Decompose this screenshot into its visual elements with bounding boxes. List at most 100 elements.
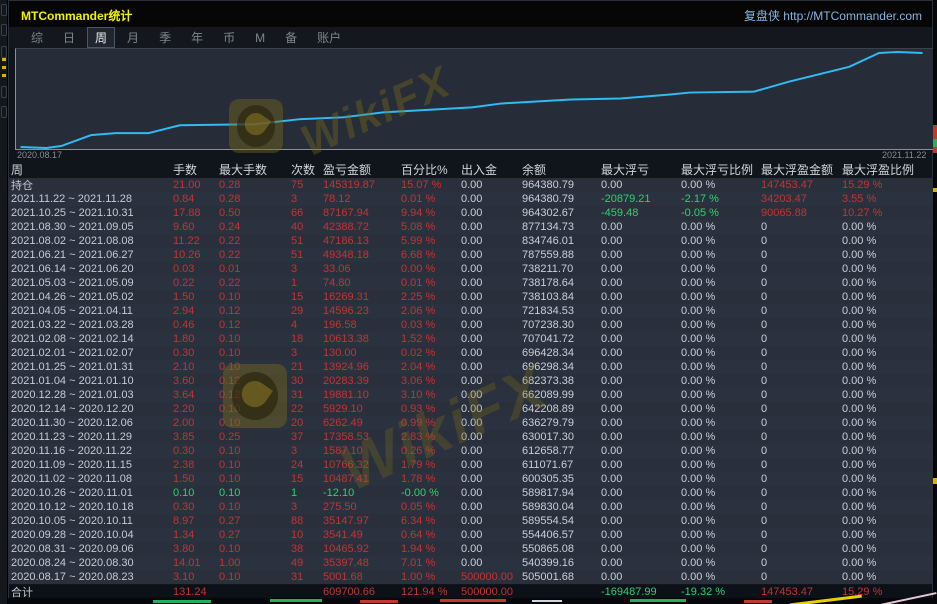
column-header[interactable]: 余额 xyxy=(522,161,601,178)
title-bar[interactable]: MTCommander统计 复盘侠 http://MTCommander.com xyxy=(9,1,932,27)
column-header[interactable]: 最大浮盈比例 xyxy=(842,161,934,178)
value-cell: 1.34 xyxy=(173,529,219,541)
value-cell: 0.00 % xyxy=(681,487,761,499)
table-row[interactable]: 2020.08.31 ~ 2020.09.063.800.103810465.9… xyxy=(9,542,932,556)
menu-bar: 综日周月季年币M备账户 xyxy=(9,27,932,48)
column-header[interactable]: 周 xyxy=(11,161,173,178)
menu-item-9[interactable]: 备 xyxy=(277,27,305,48)
value-cell: 0.24 xyxy=(219,221,291,233)
menu-item-7[interactable]: 币 xyxy=(215,27,243,48)
period-cell: 2021.01.04 ~ 2021.01.10 xyxy=(11,375,173,387)
table-row[interactable]: 2020.11.02 ~ 2020.11.081.500.101510487.4… xyxy=(9,472,932,486)
period-cell: 2021.04.05 ~ 2021.04.11 xyxy=(11,305,173,317)
table-row[interactable]: 2021.04.26 ~ 2021.05.021.500.101516269.3… xyxy=(9,290,932,304)
column-header[interactable]: 最大浮亏比例 xyxy=(681,161,761,178)
value-cell: 611071.67 xyxy=(522,459,601,471)
value-cell: 0.00 % xyxy=(842,277,934,289)
value-cell: 0.00 xyxy=(461,529,522,541)
value-cell: 787559.88 xyxy=(522,249,601,261)
background-toolbar-button xyxy=(1,106,7,118)
value-cell: 600305.35 xyxy=(522,473,601,485)
value-cell: 0 xyxy=(761,375,842,387)
table-row[interactable]: 2021.08.30 ~ 2021.09.059.600.244042388.7… xyxy=(9,220,932,234)
value-cell: 31 xyxy=(291,389,323,401)
table-row[interactable]: 2021.03.22 ~ 2021.03.280.460.124196.580.… xyxy=(9,318,932,332)
column-header[interactable]: 最大浮盈金额 xyxy=(761,161,842,178)
table-row[interactable]: 2020.09.28 ~ 2020.10.041.340.27103541.49… xyxy=(9,528,932,542)
value-cell: 0.00 xyxy=(601,361,681,373)
value-cell: 0.00 % xyxy=(842,333,934,345)
value-cell: 2.25 % xyxy=(401,291,461,303)
value-cell: 19881.10 xyxy=(323,389,401,401)
period-cell: 2021.01.25 ~ 2021.01.31 xyxy=(11,361,173,373)
background-bottom-sliver xyxy=(8,598,937,604)
table-total-row[interactable]: 合计131.24609700.66121.94 %500000.00-16948… xyxy=(9,585,932,599)
table-row[interactable]: 2020.10.26 ~ 2020.11.010.100.101-12.10-0… xyxy=(9,486,932,500)
brand-link[interactable]: 复盘侠 http://MTCommander.com xyxy=(744,7,922,24)
value-cell: 0.00 % xyxy=(681,473,761,485)
menu-item-2[interactable]: 日 xyxy=(55,27,83,48)
menu-item-1[interactable]: 综 xyxy=(23,27,51,48)
value-cell: 738211.70 xyxy=(522,263,601,275)
background-fragment xyxy=(744,600,772,603)
value-cell: 33.06 xyxy=(323,263,401,275)
table-row[interactable]: 2020.08.24 ~ 2020.08.3014.011.004935397.… xyxy=(9,556,932,570)
value-cell: 550865.08 xyxy=(522,543,601,555)
watermark-logo-icon xyxy=(229,99,283,153)
table-row[interactable]: 2021.02.01 ~ 2021.02.070.300.103130.000.… xyxy=(9,346,932,360)
table-row[interactable]: 2021.06.14 ~ 2021.06.200.030.01333.060.0… xyxy=(9,262,932,276)
value-cell: 24 xyxy=(291,459,323,471)
menu-item-10[interactable]: 账户 xyxy=(309,27,349,48)
table-row[interactable]: 2021.04.05 ~ 2021.04.112.940.122914596.2… xyxy=(9,304,932,318)
column-header[interactable]: 出入金 xyxy=(461,161,522,178)
table-row[interactable]: 2021.11.22 ~ 2021.11.280.840.28378.120.0… xyxy=(9,192,932,206)
table-row[interactable]: 2021.05.03 ~ 2021.05.090.220.22174.800.0… xyxy=(9,276,932,290)
value-cell: 0.00 % xyxy=(842,305,934,317)
value-cell-total: -169487.99 xyxy=(601,586,681,598)
value-cell: 0.00 xyxy=(601,389,681,401)
value-cell: 877134.73 xyxy=(522,221,601,233)
column-header[interactable]: 百分比% xyxy=(401,161,461,178)
menu-item-8[interactable]: M xyxy=(247,29,273,47)
column-header[interactable]: 盈亏金额 xyxy=(323,161,401,178)
menu-item-3[interactable]: 周 xyxy=(87,27,115,48)
table-row[interactable]: 2020.11.09 ~ 2020.11.152.380.102410766.3… xyxy=(9,458,932,472)
value-cell: 0.00 xyxy=(601,249,681,261)
table-row[interactable]: 2020.08.17 ~ 2020.08.233.100.10315001.68… xyxy=(9,570,932,584)
column-header[interactable]: 手数 xyxy=(173,161,219,178)
value-cell: 738103.84 xyxy=(522,291,601,303)
value-cell: 10.26 xyxy=(173,249,219,261)
value-cell: 196.58 xyxy=(323,319,401,331)
value-cell: 0.00 xyxy=(461,249,522,261)
column-header[interactable]: 最大手数 xyxy=(219,161,291,178)
watermark-logo-icon xyxy=(223,364,287,428)
value-cell: 0.00 % xyxy=(681,179,761,191)
menu-item-5[interactable]: 季 xyxy=(151,27,179,48)
column-header[interactable]: 最大浮亏 xyxy=(601,161,681,178)
table-row[interactable]: 2021.02.08 ~ 2021.02.141.800.101810613.3… xyxy=(9,332,932,346)
value-cell: 3.80 xyxy=(173,543,219,555)
table-row[interactable]: 2021.08.02 ~ 2021.08.0811.220.225147186.… xyxy=(9,234,932,248)
value-cell: 0.00 % xyxy=(681,375,761,387)
value-cell: 35397.48 xyxy=(323,557,401,569)
column-header[interactable]: 次数 xyxy=(291,161,323,178)
value-cell: 0.00 xyxy=(601,263,681,275)
table-row[interactable]: 2021.06.21 ~ 2021.06.2710.260.225149348.… xyxy=(9,248,932,262)
value-cell: 1.50 xyxy=(173,291,219,303)
table-row[interactable]: 2020.10.12 ~ 2020.10.180.300.103275.500.… xyxy=(9,500,932,514)
table-row[interactable]: 持仓21.000.2875145319.8715.07 %0.00964380.… xyxy=(9,178,932,192)
value-cell: 1 xyxy=(291,277,323,289)
menu-item-6[interactable]: 年 xyxy=(183,27,211,48)
value-cell: 75 xyxy=(291,179,323,191)
table-row[interactable]: 2021.10.25 ~ 2021.10.3117.880.506687167.… xyxy=(9,206,932,220)
period-cell: 2020.11.23 ~ 2020.11.29 xyxy=(11,431,173,443)
menu-item-4[interactable]: 月 xyxy=(119,27,147,48)
value-cell: -459.48 xyxy=(601,207,681,219)
table-row[interactable]: 2020.10.05 ~ 2020.10.118.970.278835147.9… xyxy=(9,514,932,528)
table-row[interactable]: 2021.01.25 ~ 2021.01.312.100.102113924.9… xyxy=(9,360,932,374)
value-cell: 0.00 % xyxy=(681,263,761,275)
value-cell: 0.03 % xyxy=(401,319,461,331)
value-cell: 0.01 % xyxy=(401,277,461,289)
value-cell: 31 xyxy=(291,571,323,583)
value-cell: 20283.39 xyxy=(323,375,401,387)
